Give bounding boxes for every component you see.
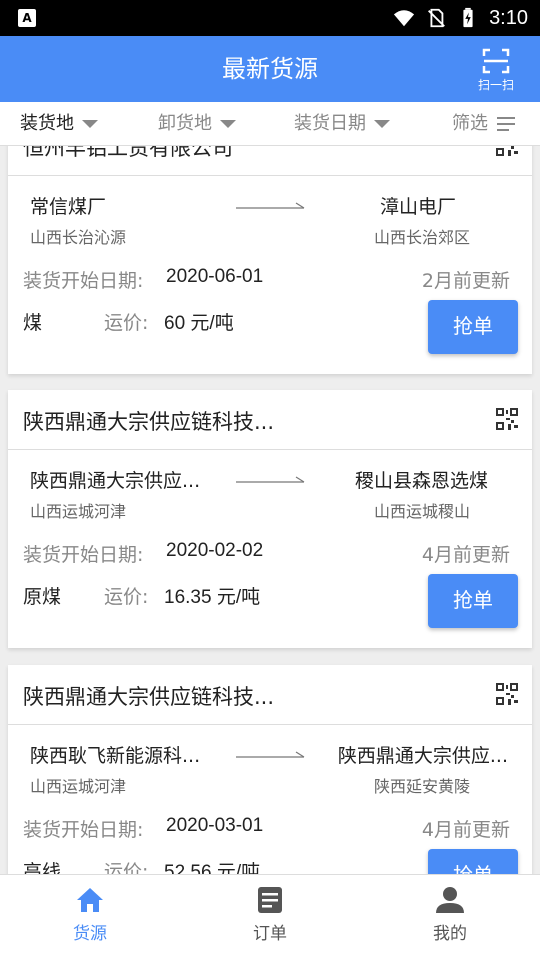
- date-label: 装货开始日期:: [23, 544, 144, 566]
- listing-card[interactable]: 陕西鼎通大宗供应链科技... 陕西鼎通大宗供应... 山西运城河津 稷山县森恩选…: [8, 390, 532, 648]
- price-label: 运价:: [104, 861, 149, 874]
- freight-price: 16.35 元/吨: [164, 587, 261, 608]
- card-header: 陕西鼎通大宗供应链科技...: [8, 665, 532, 725]
- price-label: 运价:: [104, 312, 149, 334]
- company-name: 恒州丰铝工贸有限公司: [23, 146, 233, 160]
- tab-label: 我的: [433, 924, 467, 944]
- qr-code-icon[interactable]: [496, 683, 518, 705]
- listing-card[interactable]: 陕西鼎通大宗供应链科技... 陕西耿飞新能源科... 山西运城河津 陕西鼎通大宗…: [8, 665, 532, 874]
- goods-type: 煤: [23, 312, 43, 334]
- tab-profile[interactable]: 我的: [400, 887, 500, 944]
- route-arrow-icon: [236, 476, 305, 483]
- updated-time: 4月前更新: [421, 544, 510, 566]
- goods-type: 高线: [23, 861, 62, 874]
- grab-order-button[interactable]: 抢单: [428, 574, 518, 628]
- updated-time: 4月前更新: [421, 819, 510, 841]
- price-row: 高线 运价: 52.56 元/吨 抢单: [8, 849, 532, 874]
- route-arrow-icon: [236, 751, 305, 758]
- destination-name: 漳山电厂: [379, 196, 456, 218]
- status-time: 3:10: [489, 6, 528, 29]
- filter-lines-icon: [497, 117, 515, 131]
- filter-loading-date[interactable]: 装货日期: [294, 102, 390, 146]
- listing-list: 恒州丰铝工贸有限公司 常信煤厂 山西长治沁源 漳山电厂 山西长治郊区 装货开始日…: [0, 146, 540, 874]
- no-sim-icon: [428, 8, 445, 28]
- route-row: 陕西耿飞新能源科... 山西运城河津 陕西鼎通大宗供应... 陕西延安黄陵: [8, 725, 532, 809]
- origin-name: 陕西鼎通大宗供应...: [30, 470, 201, 492]
- date-label: 装货开始日期:: [23, 819, 144, 841]
- tab-label: 订单: [253, 924, 287, 944]
- status-bar: A 3:10: [0, 0, 540, 36]
- destination-location: 山西运城稷山: [373, 502, 470, 521]
- person-icon: [436, 887, 464, 913]
- route-row: 常信煤厂 山西长治沁源 漳山电厂 山西长治郊区: [8, 176, 532, 260]
- company-name: 陕西鼎通大宗供应链科技...: [23, 410, 275, 434]
- app-bar: 最新货源 扫一扫: [0, 36, 540, 102]
- date-row: 装货开始日期: 2020-03-01 4月前更新: [8, 809, 532, 849]
- app-notification-icon: A: [18, 9, 36, 27]
- price-row: 原煤 运价: 16.35 元/吨 抢单: [8, 574, 532, 648]
- dropdown-arrow-icon: [220, 120, 236, 128]
- qr-code-icon[interactable]: [496, 146, 518, 156]
- grab-order-button[interactable]: 抢单: [428, 300, 518, 354]
- route-arrow-icon: [236, 202, 305, 209]
- scan-icon: [482, 48, 510, 74]
- wifi-icon: [393, 10, 415, 27]
- page-title: 最新货源: [222, 55, 318, 83]
- freight-price: 52.56 元/吨: [164, 862, 261, 874]
- dropdown-arrow-icon: [374, 120, 390, 128]
- price-label: 运价:: [104, 586, 149, 608]
- scan-button[interactable]: 扫一扫: [474, 48, 518, 93]
- filter-label: 卸货地: [158, 113, 212, 134]
- card-header: 恒州丰铝工贸有限公司: [8, 146, 532, 176]
- status-icons: 3:10: [393, 0, 528, 36]
- tab-label: 货源: [73, 924, 107, 944]
- destination-name: 稷山县森恩选煤: [354, 470, 488, 492]
- origin-location: 山西长治沁源: [30, 228, 127, 247]
- date-row: 装货开始日期: 2020-02-02 4月前更新: [8, 534, 532, 574]
- destination-location: 陕西延安黄陵: [373, 777, 470, 796]
- updated-time: 2月前更新: [421, 270, 510, 292]
- destination-location: 山西长治郊区: [373, 228, 470, 247]
- loading-date: 2020-03-01: [166, 815, 264, 836]
- tab-cargo[interactable]: 货源: [40, 887, 140, 944]
- filter-more[interactable]: 筛选: [452, 102, 516, 146]
- scan-label: 扫一扫: [477, 78, 514, 92]
- tab-orders[interactable]: 订单: [220, 887, 320, 944]
- origin-location: 山西运城河津: [30, 777, 127, 796]
- loading-date: 2020-02-02: [166, 540, 264, 561]
- date-label: 装货开始日期:: [23, 270, 144, 292]
- filter-loading-place[interactable]: 装货地: [20, 102, 98, 146]
- destination-name: 陕西鼎通大宗供应...: [337, 745, 508, 767]
- document-icon: [258, 887, 282, 913]
- goods-type: 原煤: [23, 586, 62, 608]
- listing-card[interactable]: 恒州丰铝工贸有限公司 常信煤厂 山西长治沁源 漳山电厂 山西长治郊区 装货开始日…: [8, 146, 532, 374]
- filter-label: 筛选: [452, 113, 488, 134]
- dropdown-arrow-icon: [82, 120, 98, 128]
- date-row: 装货开始日期: 2020-06-01 2月前更新: [8, 260, 532, 300]
- grab-order-button[interactable]: 抢单: [428, 849, 518, 874]
- origin-name: 陕西耿飞新能源科...: [30, 745, 201, 767]
- freight-price: 60 元/吨: [164, 313, 234, 334]
- company-name: 陕西鼎通大宗供应链科技...: [23, 685, 275, 709]
- origin-location: 山西运城河津: [30, 502, 127, 521]
- qr-code-icon[interactable]: [496, 408, 518, 430]
- filter-bar: 装货地 卸货地 装货日期 筛选: [0, 102, 540, 146]
- origin-name: 常信煤厂: [30, 196, 107, 218]
- price-row: 煤 运价: 60 元/吨 抢单: [8, 300, 532, 374]
- home-icon: [77, 888, 103, 912]
- filter-label: 装货日期: [294, 113, 366, 134]
- battery-charging-icon: [463, 7, 473, 28]
- filter-label: 装货地: [20, 113, 74, 134]
- bottom-tab-bar: 货源 订单 我的: [0, 874, 540, 960]
- route-row: 陕西鼎通大宗供应... 山西运城河津 稷山县森恩选煤 山西运城稷山: [8, 450, 532, 534]
- card-header: 陕西鼎通大宗供应链科技...: [8, 390, 532, 450]
- loading-date: 2020-06-01: [166, 266, 264, 287]
- filter-unloading-place[interactable]: 卸货地: [158, 102, 236, 146]
